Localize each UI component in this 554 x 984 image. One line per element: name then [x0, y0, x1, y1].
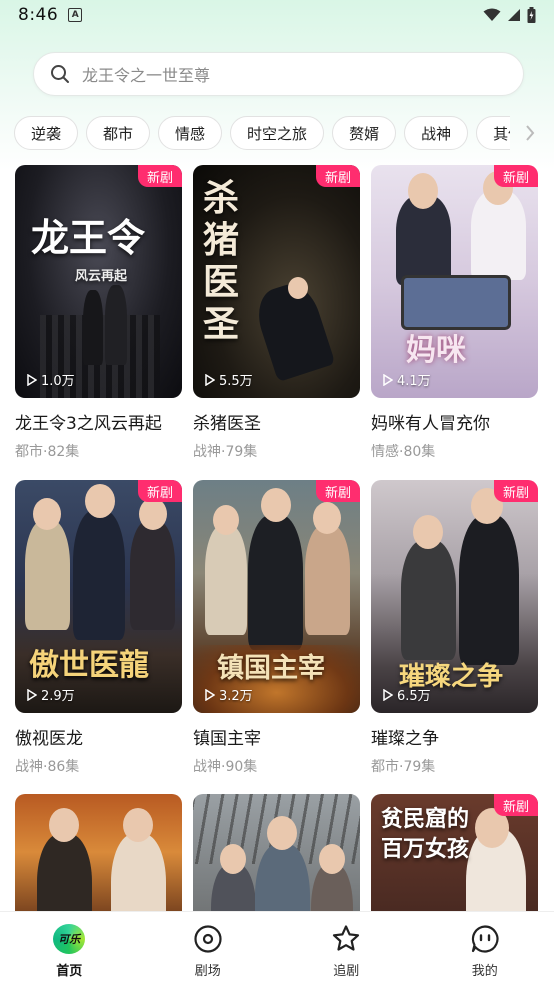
tag-qita[interactable]: 其他: [476, 116, 510, 150]
drama-title[interactable]: 妈咪有人冒充你: [371, 409, 538, 434]
notification-icon: A: [68, 8, 83, 22]
new-badge: 新剧: [493, 480, 538, 502]
nav-theater-label: 剧场: [194, 964, 221, 979]
search-placeholder: 龙王令之一世至尊: [82, 66, 211, 85]
poster-title: 妈咪: [406, 333, 466, 368]
new-badge: 新剧: [315, 165, 360, 187]
nav-follow-label: 追剧: [333, 964, 360, 979]
drama-card[interactable]: 龙王令 风云再起 新剧 1.0万 龙王令3之风云再起 都市·82集: [15, 165, 182, 461]
new-badge: 新剧: [493, 794, 538, 816]
home-logo-icon: 可乐: [53, 924, 86, 954]
bottom-nav: 可乐 首页 剧场 追剧 我的: [0, 911, 554, 984]
play-count-value: 1.0万: [41, 374, 75, 389]
drama-poster[interactable]: 镇国主宰 新剧 3.2万: [193, 480, 360, 713]
signal-icon: [508, 9, 520, 21]
play-count: 4.1万: [383, 370, 431, 389]
tag-nixi[interactable]: 逆袭: [14, 116, 79, 150]
play-count: 1.0万: [27, 370, 75, 389]
poster-title: 贫民窟的百万女孩: [381, 806, 470, 862]
drama-card[interactable]: 杀猪医圣 新剧 5.5万 杀猪医圣 战神·79集: [193, 165, 360, 461]
drama-title[interactable]: 镇国主宰: [193, 724, 360, 749]
theater-icon: [194, 925, 222, 953]
drama-meta: 战神·79集: [193, 444, 258, 460]
play-icon: [383, 373, 393, 386]
chevron-right-icon[interactable]: [524, 124, 536, 142]
play-count-value: 5.5万: [219, 374, 253, 389]
drama-title[interactable]: 杀猪医圣: [193, 409, 360, 434]
battery-icon: [527, 7, 536, 23]
nav-theater[interactable]: 剧场: [168, 924, 248, 979]
drama-card[interactable]: 璀璨之争 新剧 6.5万 璀璨之争 都市·79集: [371, 480, 538, 776]
nav-mine-label: 我的: [471, 964, 498, 979]
drama-meta: 都市·82集: [15, 444, 80, 460]
play-icon: [205, 688, 215, 701]
play-count-value: 2.9万: [41, 689, 75, 704]
nav-home[interactable]: 可乐 首页: [29, 924, 109, 979]
search-icon: [51, 65, 69, 83]
search-input[interactable]: 龙王令之一世至尊: [33, 52, 524, 96]
star-icon: [333, 925, 360, 951]
new-badge: 新剧: [137, 480, 182, 502]
play-count: 5.5万: [205, 370, 253, 389]
chat-face-icon: [471, 925, 499, 953]
play-icon: [27, 688, 37, 701]
poster-title: 龙王令: [31, 215, 146, 260]
play-count: 3.2万: [205, 685, 253, 704]
play-count-value: 3.2万: [219, 689, 253, 704]
drama-meta: 情感·80集: [371, 444, 436, 460]
drama-poster[interactable]: 傲世医龍 新剧 2.9万: [15, 480, 182, 713]
drama-title[interactable]: 龙王令3之风云再起: [15, 409, 182, 434]
tag-dushi[interactable]: 都市: [86, 116, 151, 150]
nav-follow[interactable]: 追剧: [306, 924, 386, 979]
wifi-icon: [483, 8, 501, 21]
status-bar: 8:46 A: [0, 0, 554, 30]
tag-zhuixu[interactable]: 赘婿: [332, 116, 397, 150]
play-count-value: 6.5万: [397, 689, 431, 704]
tag-qinggan[interactable]: 情感: [158, 116, 223, 150]
status-icons: [483, 7, 536, 23]
drama-card[interactable]: 傲世医龍 新剧 2.9万 傲视医龙 战神·86集: [15, 480, 182, 776]
nav-home-label: 首页: [56, 964, 83, 979]
status-time: 8:46: [18, 5, 59, 25]
drama-card[interactable]: 镇国主宰 新剧 3.2万 镇国主宰 战神·90集: [193, 480, 360, 776]
play-count-value: 4.1万: [397, 374, 431, 389]
tag-shikong[interactable]: 时空之旅: [230, 116, 325, 150]
drama-meta: 战神·86集: [15, 759, 80, 775]
new-badge: 新剧: [315, 480, 360, 502]
poster-subtitle: 风云再起: [75, 269, 128, 284]
play-icon: [205, 373, 215, 386]
poster-title: 傲世医龍: [29, 648, 149, 683]
play-icon: [27, 373, 37, 386]
new-badge: 新剧: [493, 165, 538, 187]
poster-title: 杀猪医圣: [203, 177, 240, 345]
nav-mine[interactable]: 我的: [445, 924, 525, 979]
drama-poster[interactable]: 龙王令 风云再起 新剧 1.0万: [15, 165, 182, 398]
drama-title[interactable]: 璀璨之争: [371, 724, 538, 749]
poster-title: 镇国主宰: [217, 653, 325, 684]
drama-title[interactable]: 傲视医龙: [15, 724, 182, 749]
drama-meta: 战神·90集: [193, 759, 258, 775]
play-count: 6.5万: [383, 685, 431, 704]
drama-poster[interactable]: 璀璨之争 新剧 6.5万: [371, 480, 538, 713]
drama-card[interactable]: 妈咪 新剧 4.1万 妈咪有人冒充你 情感·80集: [371, 165, 538, 461]
play-count: 2.9万: [27, 685, 75, 704]
tag-zhanshen[interactable]: 战神: [404, 116, 469, 150]
new-badge: 新剧: [137, 165, 182, 187]
play-icon: [383, 688, 393, 701]
drama-meta: 都市·79集: [371, 759, 436, 775]
category-tags: 逆袭 都市 情感 时空之旅 赘婿 战神 其他: [14, 116, 510, 152]
drama-poster[interactable]: 杀猪医圣 新剧 5.5万: [193, 165, 360, 398]
drama-poster[interactable]: 妈咪 新剧 4.1万: [371, 165, 538, 398]
